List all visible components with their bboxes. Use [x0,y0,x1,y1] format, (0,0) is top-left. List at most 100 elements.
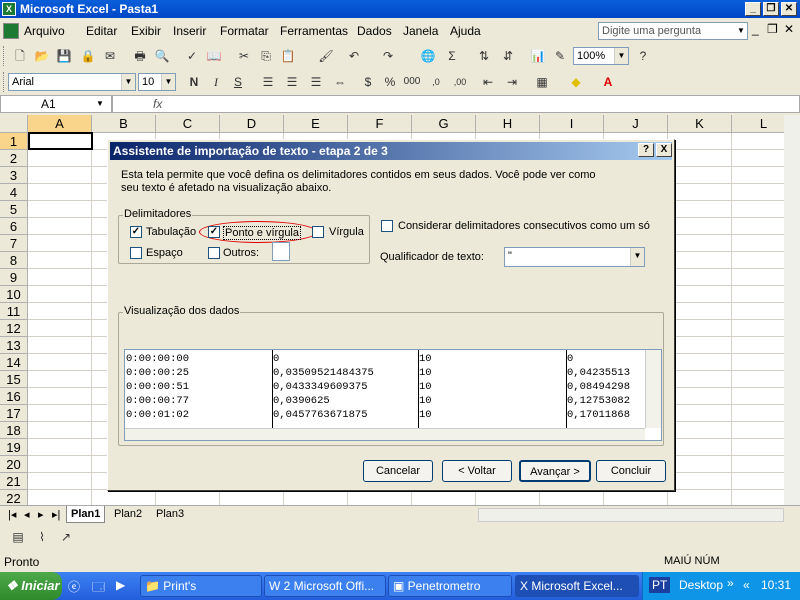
row-header[interactable]: 17 [0,405,28,422]
menu-dados[interactable]: Dados [357,24,392,38]
redo-icon[interactable]: ↷ [378,46,398,66]
menu-inserir[interactable]: Inserir [173,24,206,38]
font-size-select[interactable]: 10 ▼ [138,73,176,91]
chart-line-icon[interactable]: ⌇ [32,527,52,547]
tab-label[interactable]: Tabulação [146,226,196,238]
text-qualifier-select[interactable]: " ▼ [504,247,645,267]
new-icon[interactable]: 🗋 [10,46,30,66]
row-header[interactable]: 12 [0,320,28,337]
menu-ferramentas[interactable]: Ferramentas [280,24,348,38]
cut-icon[interactable]: ✂ [234,46,254,66]
format-painter-icon[interactable]: 🖌 [316,46,336,66]
maximize-button[interactable]: ❐ [763,2,779,16]
task-excel[interactable]: X Microsoft Excel... [515,575,639,597]
active-cell[interactable] [28,132,93,150]
increase-indent-icon[interactable]: ⇥ [502,72,522,92]
textbox-icon[interactable]: ▤ [8,527,28,547]
close-button[interactable]: ✕ [781,2,797,16]
row-header[interactable]: 2 [0,150,28,167]
align-right-icon[interactable]: ☰ [306,72,326,92]
workbook-icon[interactable] [3,23,19,39]
column-header[interactable]: A [28,115,92,133]
doc-minimize-button[interactable]: _ [752,22,759,36]
comma-label[interactable]: Vírgula [329,226,364,238]
semicolon-label[interactable]: Ponto e vírgula [223,226,301,240]
column-header[interactable]: H [476,115,540,133]
research-icon[interactable]: 📖 [204,46,224,66]
currency-icon[interactable]: $ [358,72,378,92]
space-label[interactable]: Espaço [146,247,183,259]
italic-button[interactable]: I [206,72,226,92]
column-header[interactable]: D [220,115,284,133]
row-header[interactable]: 11 [0,303,28,320]
task-prints[interactable]: 📁 Print's [140,575,262,597]
toolbar-grip[interactable] [3,46,6,66]
sort-desc-icon[interactable]: ⇵ [498,46,518,66]
chart-wizard-icon[interactable]: 📊 [528,46,548,66]
permission-icon[interactable]: 🔒 [78,46,98,66]
next-sheet-icon[interactable]: ▸ [34,506,48,523]
tab-plan3[interactable]: Plan3 [152,506,188,523]
decrease-decimal-icon[interactable]: ,00 [450,72,470,92]
save-icon[interactable]: 💾 [54,46,74,66]
align-left-icon[interactable]: ☰ [258,72,278,92]
dialog-help-button[interactable]: ? [638,143,654,157]
tab-plan2[interactable]: Plan2 [110,506,146,523]
open-icon[interactable]: 📂 [32,46,52,66]
menu-formatar[interactable]: Formatar [220,24,269,38]
row-header[interactable]: 6 [0,218,28,235]
consecutive-checkbox[interactable] [381,220,393,232]
help-icon[interactable]: ? [633,46,653,66]
chevron-down-icon[interactable]: ▼ [161,74,175,90]
excel-app-icon[interactable]: X [2,2,16,16]
desktop-toolbar[interactable]: Desktop [679,578,723,592]
desktop-icon[interactable]: 🗔 [92,578,105,599]
column-header[interactable]: I [540,115,604,133]
chevron-down-icon[interactable]: ▼ [96,99,104,108]
row-header[interactable]: 3 [0,167,28,184]
row-header[interactable]: 19 [0,439,28,456]
prev-sheet-icon[interactable]: ◂ [20,506,34,523]
font-select[interactable]: Arial ▼ [8,73,136,91]
undo-icon[interactable]: ↶ [344,46,364,66]
horizontal-scrollbar[interactable] [478,508,784,522]
tab-checkbox[interactable]: ✓ [130,226,142,238]
column-header[interactable]: E [284,115,348,133]
preview-vertical-scrollbar[interactable] [645,350,661,428]
borders-icon[interactable]: ▦ [532,72,552,92]
others-checkbox[interactable] [208,247,220,259]
tab-plan1[interactable]: Plan1 [66,506,106,523]
row-header[interactable]: 13 [0,337,28,354]
chevron-down-icon[interactable]: ▼ [737,26,745,35]
drawing-icon[interactable]: ✎ [550,46,570,66]
finish-button[interactable]: Concluir [596,460,666,482]
font-color-icon[interactable]: A [598,72,618,92]
row-header[interactable]: 5 [0,201,28,218]
row-header[interactable]: 9 [0,269,28,286]
vertical-scrollbar[interactable] [784,115,800,505]
task-penetrometro[interactable]: ▣ Penetrometro [388,575,512,597]
print-preview-icon[interactable]: 🔍 [152,46,172,66]
column-header[interactable]: K [668,115,732,133]
formula-bar[interactable]: fx [112,95,800,113]
others-label[interactable]: Outros: [223,247,259,259]
row-header[interactable]: 14 [0,354,28,371]
column-header[interactable]: F [348,115,412,133]
row-header[interactable]: 1 [0,133,28,150]
column-header[interactable]: C [156,115,220,133]
data-preview-table[interactable]: 0:00:00:00 0 10 0 0:00:00:25 0,03509521484375… [124,349,662,441]
fill-color-icon[interactable]: ◆ [566,72,586,92]
row-header[interactable]: 22 [0,490,28,505]
increase-decimal-icon[interactable]: ,0 [426,72,446,92]
cancel-button[interactable]: Cancelar [363,460,433,482]
dialog-close-button[interactable]: X [656,143,672,157]
menu-ajuda[interactable]: Ajuda [450,24,481,38]
menu-janela[interactable]: Janela [403,24,438,38]
back-button[interactable]: < Voltar [442,460,512,482]
row-header[interactable]: 21 [0,473,28,490]
media-icon[interactable]: ▶ [116,578,125,592]
column-header[interactable]: G [412,115,476,133]
task-office[interactable]: W 2 Microsoft Offi... [264,575,386,597]
toolbar-grip[interactable] [3,72,6,92]
chevron-right-icon[interactable]: » [727,576,734,590]
